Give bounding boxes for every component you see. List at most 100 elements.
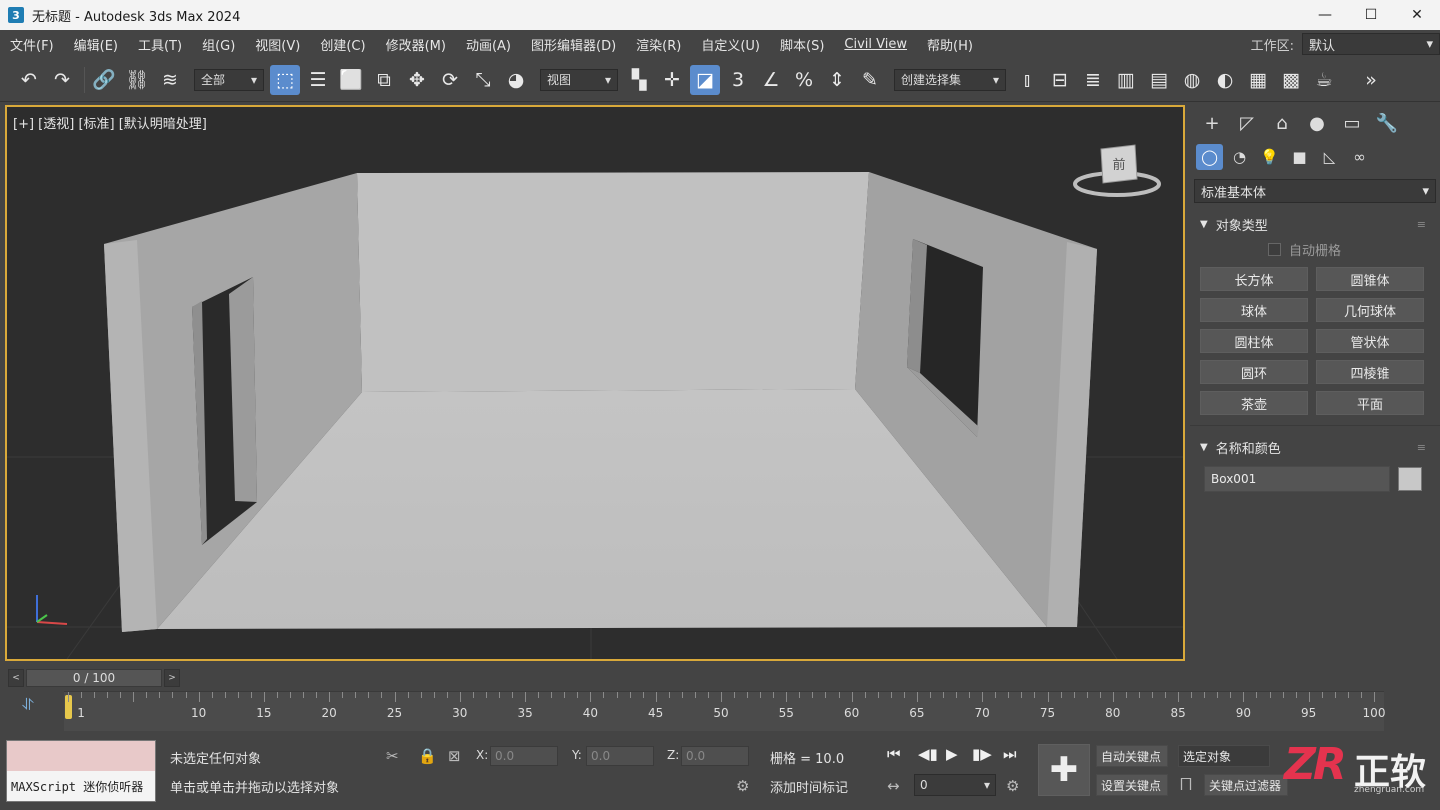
workspace-select[interactable]: 默认 ▾: [1302, 33, 1440, 55]
pivot-center-icon[interactable]: ▚: [624, 65, 654, 95]
select-object-icon[interactable]: ⬚: [270, 64, 300, 95]
time-slider[interactable]: 0 / 100: [26, 669, 162, 687]
maxscript-listener[interactable]: MAXScript 迷你侦听器: [6, 740, 156, 802]
menu-create[interactable]: 创建(C): [310, 35, 375, 54]
undo-icon[interactable]: ↶: [14, 65, 44, 95]
align-icon[interactable]: ⊟: [1045, 65, 1075, 95]
select-by-name-icon[interactable]: ☰: [303, 65, 333, 95]
viewport-label[interactable]: [+] [透视] [标准] [默认明暗处理]: [13, 113, 207, 132]
shapes-icon[interactable]: ◔: [1226, 144, 1253, 170]
isolate-selection-icon[interactable]: ✂: [386, 747, 399, 765]
menu-file[interactable]: 文件(F): [0, 35, 64, 54]
timeline-ruler[interactable]: 0110152025303540455055606570758085909510…: [64, 691, 1385, 731]
modify-tab-icon[interactable]: ◸: [1231, 109, 1263, 137]
object-color-swatch[interactable]: [1398, 467, 1422, 491]
create-tab-icon[interactable]: +: [1196, 109, 1228, 137]
menu-edit[interactable]: 编辑(E): [64, 35, 128, 54]
percent-snap-icon[interactable]: %: [789, 65, 819, 95]
toolbar-overflow-icon[interactable]: »: [1356, 65, 1386, 95]
reference-coord-select[interactable]: 视图 ▾: [540, 68, 618, 91]
object-type-rollout[interactable]: ▼ 对象类型 ≡: [1190, 211, 1440, 237]
selection-filter-select[interactable]: 全部 ▾: [194, 68, 264, 91]
mirror-icon[interactable]: ⫾: [1012, 65, 1042, 95]
pyramid-button[interactable]: 四棱锥: [1316, 360, 1424, 384]
minimize-button[interactable]: —: [1302, 0, 1348, 30]
angle-snap-icon[interactable]: ∠: [756, 65, 786, 95]
name-color-rollout[interactable]: ▼ 名称和颜色 ≡: [1190, 434, 1440, 460]
curve-editor-mini-icon[interactable]: ⥯: [22, 695, 34, 715]
maximize-button[interactable]: ☐: [1348, 0, 1394, 30]
menu-group[interactable]: 组(G): [192, 35, 245, 54]
next-frame-arrow-icon[interactable]: >: [164, 669, 180, 687]
autogrid-checkbox[interactable]: [1268, 242, 1281, 256]
play-icon[interactable]: ▶: [946, 745, 958, 763]
box-button[interactable]: 长方体: [1200, 267, 1308, 291]
time-tag-icon[interactable]: ⚙: [736, 777, 749, 795]
geosphere-button[interactable]: 几何球体: [1316, 298, 1424, 322]
selection-lock-icon[interactable]: 🔒: [418, 747, 437, 765]
scale-icon[interactable]: ⤡: [468, 65, 498, 95]
viewcube[interactable]: 前: [1073, 144, 1161, 197]
place-icon[interactable]: ◕: [501, 65, 531, 95]
current-frame-field[interactable]: 0 ▾: [914, 774, 996, 796]
spinner-snap-icon[interactable]: ⇕: [822, 65, 852, 95]
y-coord-field[interactable]: 0.0: [586, 746, 654, 766]
next-frame-icon[interactable]: ▮▶: [972, 745, 992, 763]
set-key-button[interactable]: 设置关键点: [1096, 774, 1168, 796]
render-setup-icon[interactable]: ▦: [1243, 65, 1273, 95]
rotate-icon[interactable]: ⟳: [435, 65, 465, 95]
curve-editor-icon[interactable]: ▤: [1144, 65, 1174, 95]
close-button[interactable]: ✕: [1394, 0, 1440, 30]
maxscript-input[interactable]: MAXScript 迷你侦听器: [7, 771, 155, 801]
space-warps-icon[interactable]: ∞: [1346, 144, 1373, 170]
lights-icon[interactable]: 💡: [1256, 144, 1283, 170]
menu-tools[interactable]: 工具(T): [128, 35, 192, 54]
ribbon-toggle-icon[interactable]: ▥: [1111, 65, 1141, 95]
go-to-start-icon[interactable]: ⏮: [887, 745, 901, 763]
hierarchy-tab-icon[interactable]: ⌂: [1266, 109, 1298, 137]
menu-scripting[interactable]: 脚本(S): [770, 35, 834, 54]
select-manipulate-icon[interactable]: ✛: [657, 65, 687, 95]
menu-modifiers[interactable]: 修改器(M): [376, 35, 456, 54]
default-in-out-tangents-icon[interactable]: ⨅: [1180, 775, 1192, 793]
x-coord-field[interactable]: 0.0: [490, 746, 558, 766]
bind-space-warp-icon[interactable]: ≋: [155, 65, 185, 95]
key-mode-toggle-icon[interactable]: ↔: [887, 777, 900, 795]
teapot-button[interactable]: 茶壶: [1200, 391, 1308, 415]
menu-views[interactable]: 视图(V): [245, 35, 310, 54]
absolute-mode-transform-icon[interactable]: ⊠: [448, 747, 461, 765]
key-mode-select[interactable]: 选定对象: [1178, 745, 1270, 767]
keyboard-shortcut-override-icon[interactable]: ◪: [690, 64, 720, 95]
time-configuration-icon[interactable]: ⚙: [1006, 777, 1019, 795]
cone-button[interactable]: 圆锥体: [1316, 267, 1424, 291]
sphere-button[interactable]: 球体: [1200, 298, 1308, 322]
schematic-view-icon[interactable]: ◍: [1177, 65, 1207, 95]
menu-animation[interactable]: 动画(A): [456, 35, 521, 54]
prev-frame-arrow-icon[interactable]: <: [8, 669, 24, 687]
plane-button[interactable]: 平面: [1316, 391, 1424, 415]
utilities-tab-icon[interactable]: 🔧: [1371, 109, 1403, 137]
motion-tab-icon[interactable]: ●: [1301, 109, 1333, 137]
cylinder-button[interactable]: 圆柱体: [1200, 329, 1308, 353]
z-coord-field[interactable]: 0.0: [681, 746, 749, 766]
object-name-field[interactable]: Box001: [1204, 466, 1390, 492]
add-time-tag[interactable]: 添加时间标记: [770, 777, 848, 796]
named-selection-select[interactable]: 创建选择集 ▾: [894, 68, 1006, 91]
render-production-icon[interactable]: ☕: [1309, 65, 1339, 95]
display-tab-icon[interactable]: ▭: [1336, 109, 1368, 137]
geometry-category-select[interactable]: 标准基本体 ▾: [1194, 179, 1436, 203]
menu-help[interactable]: 帮助(H): [917, 35, 983, 54]
auto-key-button[interactable]: 自动关键点: [1096, 745, 1168, 767]
menu-rendering[interactable]: 渲染(R): [626, 35, 691, 54]
go-to-end-icon[interactable]: ⏭: [1003, 745, 1017, 763]
geometry-icon[interactable]: ◯: [1196, 144, 1223, 170]
set-keys-big-button[interactable]: ✚: [1038, 744, 1090, 796]
maxscript-output[interactable]: [7, 741, 155, 771]
menu-civil-view[interactable]: Civil View: [834, 37, 917, 52]
redo-icon[interactable]: ↷: [47, 65, 77, 95]
rendered-frame-window-icon[interactable]: ▩: [1276, 65, 1306, 95]
menu-customize[interactable]: 自定义(U): [691, 35, 770, 54]
perspective-viewport[interactable]: 前 [+] [透视] [标准] [默认明暗处理]: [5, 105, 1185, 661]
snaps-toggle-icon[interactable]: 3: [723, 65, 753, 95]
tube-button[interactable]: 管状体: [1316, 329, 1424, 353]
